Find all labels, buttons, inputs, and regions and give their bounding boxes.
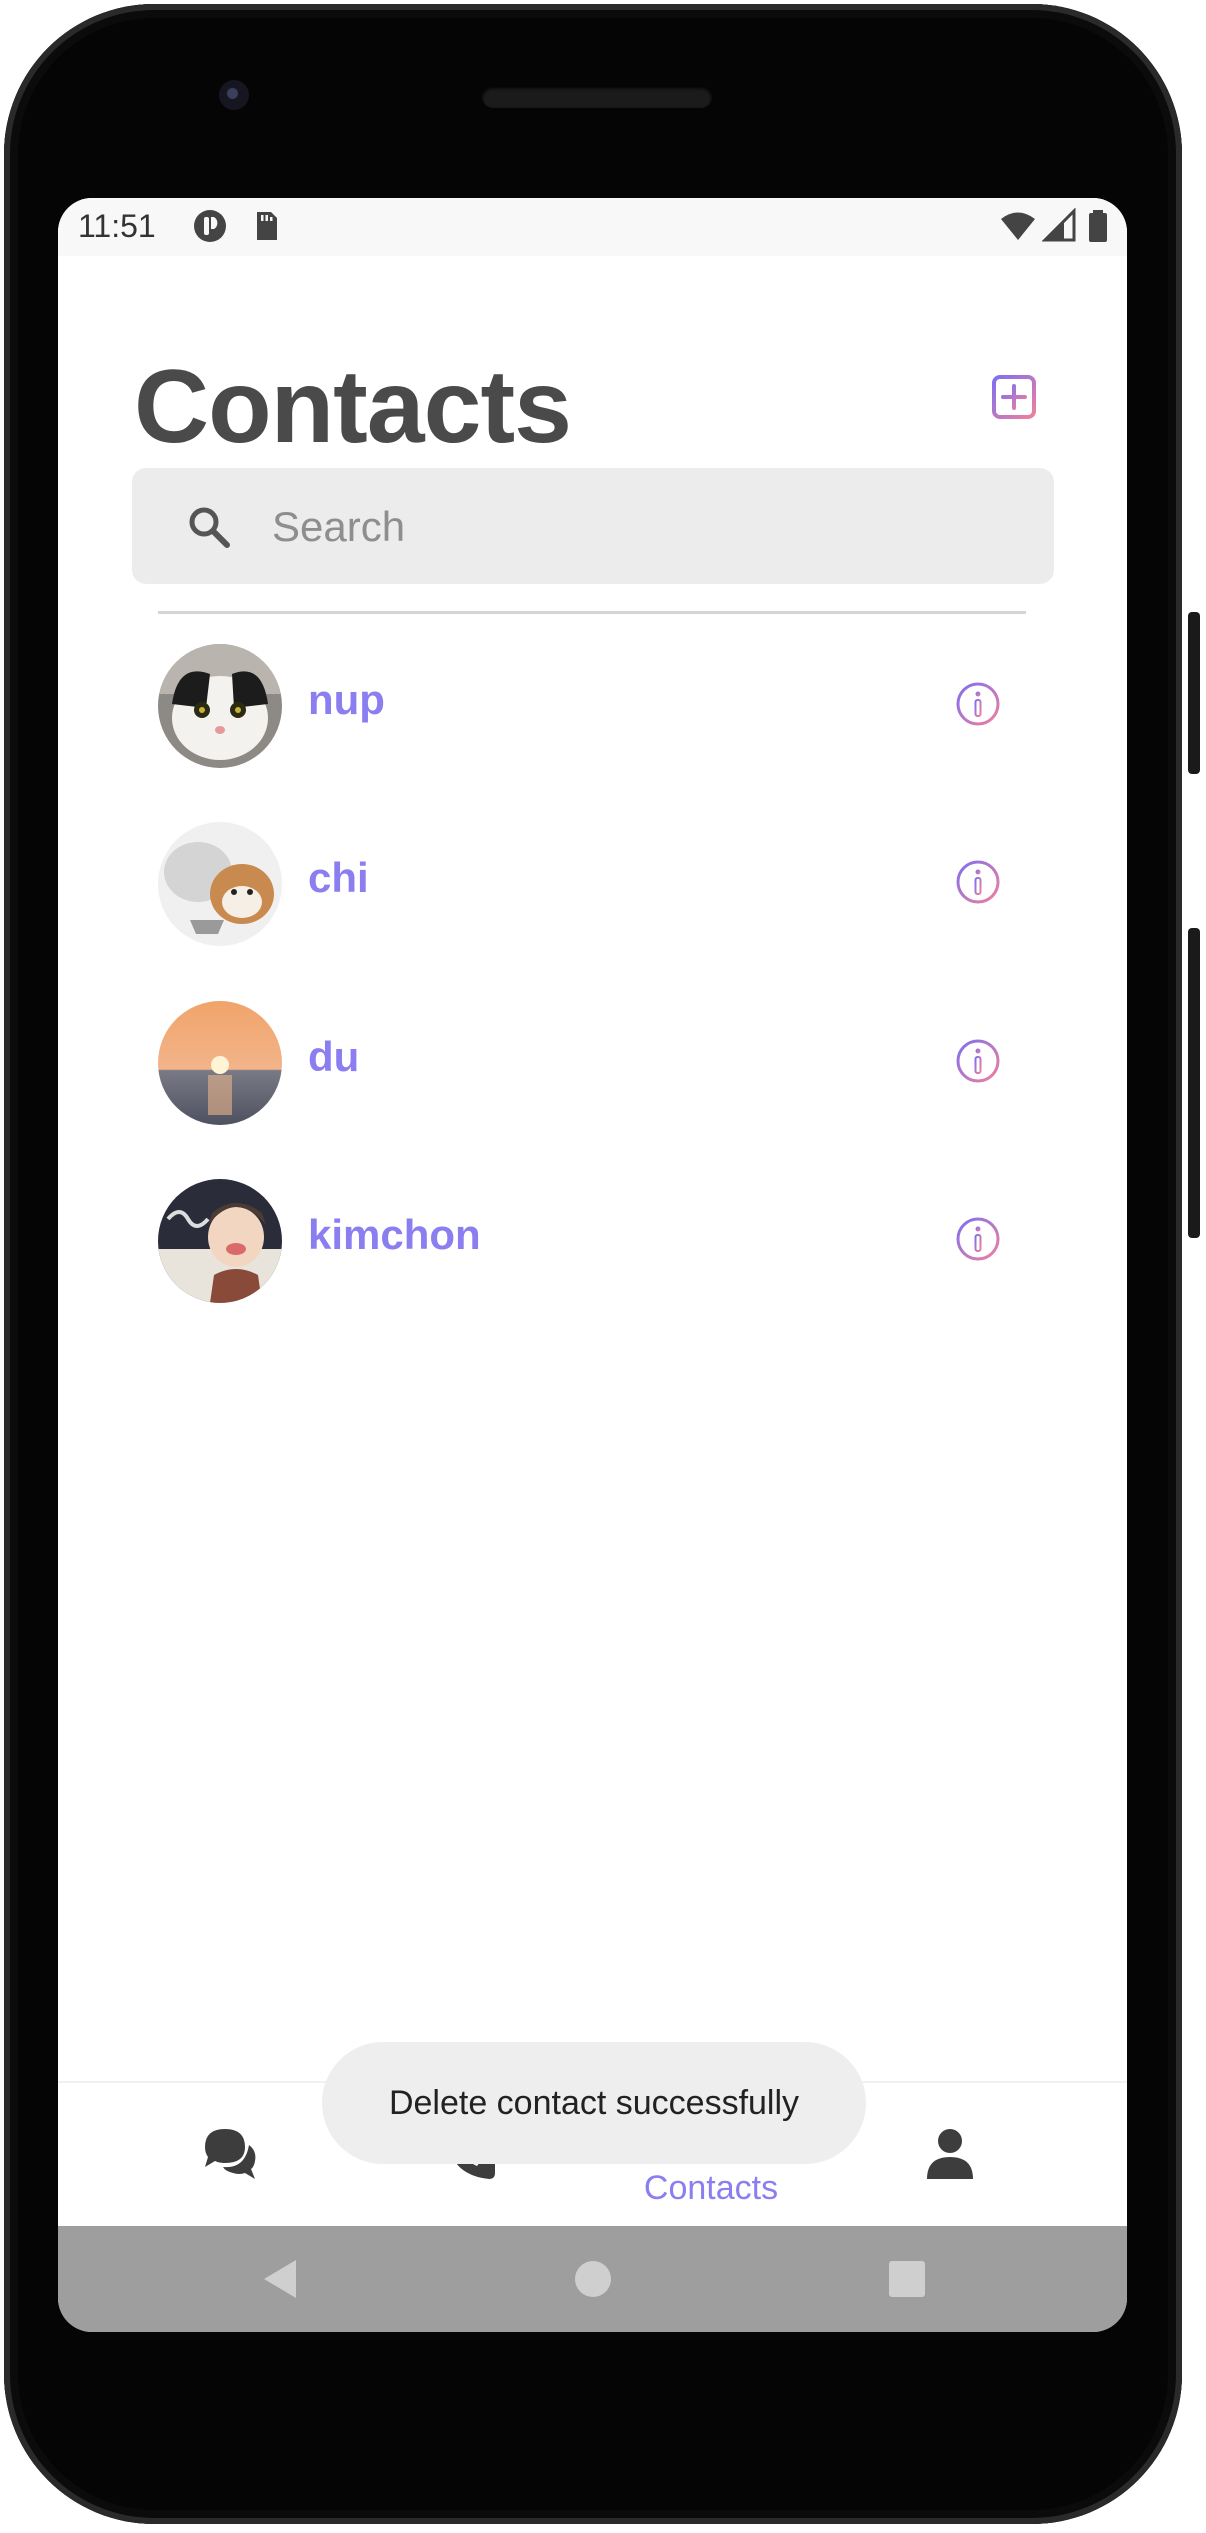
volume-button [1188,928,1200,1238]
search-bar[interactable] [132,468,1054,584]
avatar [158,822,282,946]
status-bar: 11:51 [58,198,1127,256]
status-time: 11:51 [78,208,156,244]
chat-bubbles-icon [205,2129,256,2179]
search-icon [189,507,230,548]
search-input[interactable] [270,492,1014,562]
contact-name: chi [308,854,369,901]
nav-chats[interactable] [116,2083,346,2223]
back-icon[interactable] [258,2256,304,2302]
power-button [1188,612,1200,774]
list-divider [158,611,1026,614]
avatar [158,644,282,768]
contact-row-nup[interactable]: nup [158,644,1026,774]
info-icon[interactable] [954,680,1002,728]
info-icon[interactable] [954,1037,1002,1085]
system-navigation-bar [58,2226,1127,2332]
toast-message: Delete contact successfully [322,2042,866,2164]
contact-name: du [308,1033,360,1080]
recents-icon[interactable] [884,2256,930,2302]
battery-icon [1089,210,1107,242]
contact-name: nup [308,676,385,723]
info-icon[interactable] [954,1215,1002,1263]
contact-row-chi[interactable]: chi [158,822,1026,952]
info-icon[interactable] [954,858,1002,906]
avatar [158,1179,282,1303]
nav-profile[interactable] [836,2083,1066,2223]
add-contact-button[interactable] [990,373,1038,421]
page-title: Contacts [134,349,572,465]
earpiece-speaker [482,86,712,108]
nav-contacts-label: Contacts [643,2169,779,2207]
screen: 11:51 Contacts Search nup chi du kimchon… [58,198,1127,2332]
front-camera [219,80,249,110]
wifi-icon [1001,212,1035,240]
sd-card-icon [257,212,277,240]
contact-row-kimchon[interactable]: kimchon [158,1179,1026,1309]
avatar [158,1001,282,1125]
contact-row-du[interactable]: du [158,1001,1026,1131]
contact-name: kimchon [308,1211,481,1258]
app-notification-icon [194,210,226,242]
home-icon[interactable] [570,2256,616,2302]
profile-icon [927,2129,973,2179]
cell-signal-icon [1042,208,1076,242]
